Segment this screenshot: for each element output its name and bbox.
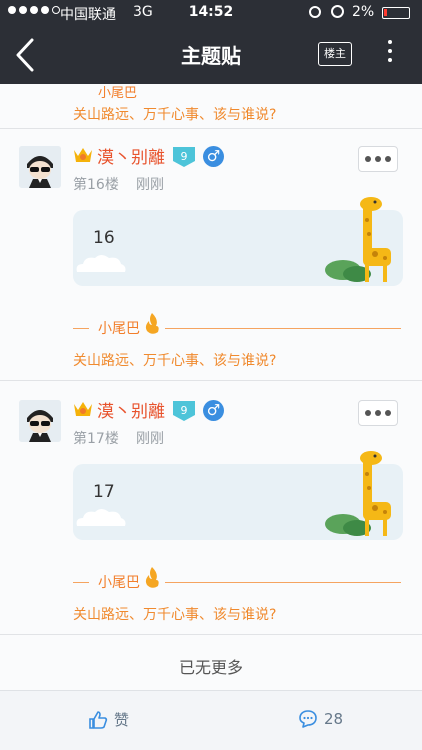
flame-icon xyxy=(145,567,159,588)
previous-post-tail: 小尾巴 关山路远、万千心事、该与谁说? xyxy=(0,84,422,128)
post-more-button[interactable] xyxy=(358,146,398,172)
avatar-image xyxy=(19,400,61,442)
post-time: 刚刚 xyxy=(136,177,164,193)
battery-icon xyxy=(382,7,410,19)
battery-percent: 2% xyxy=(352,4,375,20)
crown-icon xyxy=(74,148,92,162)
post-time: 刚刚 xyxy=(136,431,164,447)
signature-text: 关山路远、万千心事、该与谁说? xyxy=(73,353,277,369)
no-more-label: 已无更多 xyxy=(178,658,243,677)
post-floor-17: 漠丶别離 9 ♂ 第17楼 刚刚 17 小尾巴 关山路远、万千心事、该与谁说? xyxy=(0,382,422,634)
reply-count: 28 xyxy=(324,710,344,728)
signature-text: 关山路远、万千心事、该与谁说? xyxy=(73,107,277,123)
level-badge: 9 xyxy=(173,401,195,421)
post-tail: 小尾巴 xyxy=(73,313,403,338)
giraffe-icon xyxy=(325,451,391,536)
tail-line xyxy=(165,582,401,583)
divider xyxy=(0,634,422,635)
more-options-button[interactable] xyxy=(384,40,396,70)
tail-line xyxy=(165,328,401,329)
like-label: 赞 xyxy=(114,711,130,729)
alarm-icon xyxy=(331,5,344,18)
signature-text: 关山路远、万千心事、该与谁说? xyxy=(73,607,277,623)
post-content: 17 xyxy=(93,482,115,502)
username[interactable]: 漠丶别離 xyxy=(97,143,165,168)
tail-label: 小尾巴 xyxy=(98,86,138,101)
page-title: 主题贴 xyxy=(181,44,241,68)
male-icon: ♂ xyxy=(203,146,224,167)
reply-button[interactable]: 28 xyxy=(298,709,343,729)
nav-bar: 主题贴 楼主 xyxy=(0,26,422,84)
post-content: 16 xyxy=(93,228,115,248)
floor-number: 第16楼 xyxy=(73,177,119,193)
owner-only-button[interactable]: 楼主 xyxy=(318,42,352,66)
username[interactable]: 漠丶别離 xyxy=(97,397,165,422)
tail-line xyxy=(73,582,89,583)
thumbs-up-icon xyxy=(89,710,108,729)
avatar[interactable] xyxy=(19,400,61,442)
comment-icon xyxy=(299,710,317,728)
post-bubble: 17 xyxy=(73,451,403,540)
screen: 中国联通 3G 14:52 2% 主题贴 楼主 小尾巴 关山路远、万千心事、该与… xyxy=(0,0,422,750)
post-tail: 小尾巴 xyxy=(73,567,403,592)
post-floor-16: 漠丶别離 9 ♂ 第16楼 刚刚 16 小尾巴 关山路远、万千心事、该与谁说? xyxy=(0,128,422,380)
rotation-lock-icon xyxy=(309,6,321,18)
crown-icon xyxy=(74,402,92,416)
male-icon: ♂ xyxy=(203,400,224,421)
avatar-image xyxy=(19,146,61,188)
level-badge: 9 xyxy=(173,147,195,167)
avatar[interactable] xyxy=(19,146,61,188)
floor-number: 第17楼 xyxy=(73,431,119,447)
cloud-icon xyxy=(76,509,126,526)
flame-icon xyxy=(145,313,159,334)
header: 中国联通 3G 14:52 2% 主题贴 楼主 xyxy=(0,0,422,84)
tail-label: 小尾巴 xyxy=(98,321,140,337)
cloud-icon xyxy=(76,255,126,272)
status-bar: 中国联通 3G 14:52 2% xyxy=(0,0,422,26)
post-more-button[interactable] xyxy=(358,400,398,426)
tail-label: 小尾巴 xyxy=(98,575,140,591)
divider xyxy=(0,380,422,381)
thread-content: 小尾巴 关山路远、万千心事、该与谁说? 漠丶别離 9 ♂ 第16楼 刚刚 16 … xyxy=(0,84,422,690)
like-button[interactable]: 赞 xyxy=(88,709,129,730)
giraffe-icon xyxy=(325,197,391,282)
post-bubble: 16 xyxy=(73,197,403,286)
bottom-action-bar: 赞 28 xyxy=(0,690,422,750)
tail-line xyxy=(73,328,89,329)
